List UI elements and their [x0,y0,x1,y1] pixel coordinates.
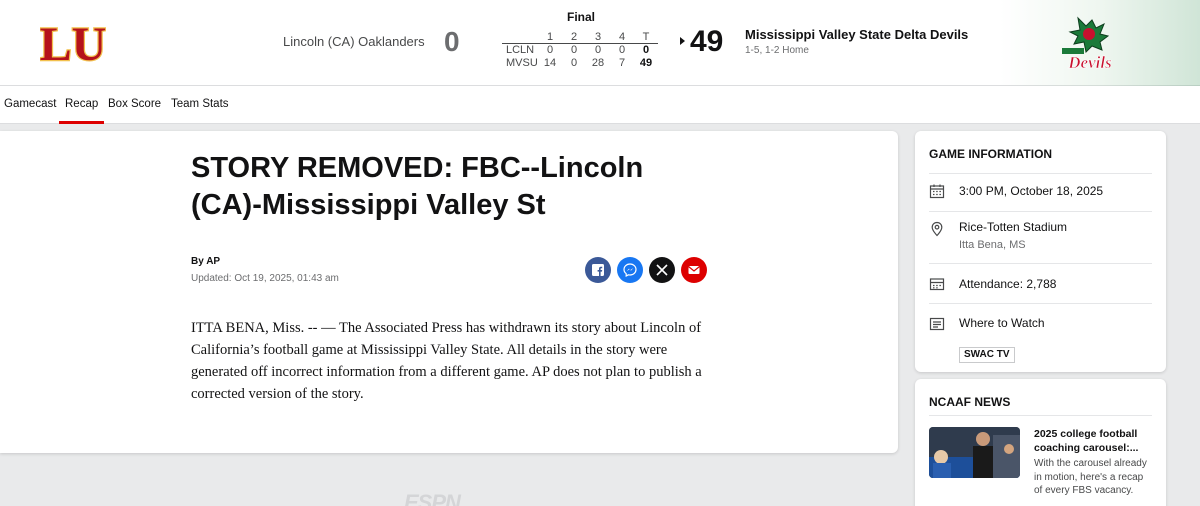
period-header: 3 [586,31,610,44]
news-thumbnail[interactable] [929,427,1020,478]
delta-devils-logo[interactable]: Devils [1056,14,1122,74]
linescore-table: 1 2 3 4 T LCLN 0 0 0 0 0 MVSU 14 0 28 7 [502,31,658,70]
venue-row: Rice-Totten Stadium Itta Bena, MS [929,211,1152,263]
article-byline: By AP [191,256,221,267]
game-datetime-row: 3:00 PM, October 18, 2025 [929,173,1152,211]
x-share-button[interactable] [649,257,675,283]
linescore-cell: 0 [570,57,578,69]
share-buttons [585,257,707,283]
messenger-icon [623,263,637,277]
game-status: Final [567,10,596,24]
venue-location: Itta Bena, MS [959,239,1026,251]
linescore-team: LCLN [506,44,535,57]
email-icon [688,266,700,274]
tab-gamecast[interactable]: Gamecast [4,86,56,124]
article-headline: STORY REMOVED: FBC--Lincoln (CA)-Mississ… [191,152,644,221]
news-headline[interactable]: 2025 college football coaching carousel:… [1034,427,1154,455]
tv-network-badge[interactable]: SWAC TV [959,347,1015,363]
svg-text:LU: LU [40,18,106,71]
scoreboard-header: LU Lincoln (CA) Oaklanders 0 Final 1 2 3… [0,0,1200,86]
home-team-record: 1-5, 1-2 Home [745,45,809,56]
total-header: T [634,31,658,44]
tv-guide-icon [929,317,945,331]
calendar-icon [929,184,945,199]
period-header: 4 [610,31,634,44]
where-to-watch-label: Where to Watch [959,316,1045,330]
linescore-header-row: 1 2 3 4 T [502,31,658,44]
game-datetime: 3:00 PM, October 18, 2025 [959,184,1104,198]
venue-name: Rice-Totten Stadium [959,220,1068,234]
tab-box-score[interactable]: Box Score [108,86,161,124]
where-to-watch-row: Where to Watch SWAC TV [929,303,1152,363]
period-header: 1 [538,31,562,44]
linescore-cell: 0 [594,44,602,57]
linescore-total: 49 [639,57,653,69]
ncaaf-news-card: NCAAF NEWS 2025 college football coachin… [915,379,1166,506]
period-header: 2 [562,31,586,44]
linescore-total: 0 [642,44,650,57]
article-body: ITTA BENA, Miss. -- — The Associated Pre… [191,320,702,402]
linescore-cell: 28 [591,57,605,69]
tab-recap[interactable]: Recap [58,86,105,124]
coach-photo-image [929,427,1020,478]
x-icon [656,264,668,276]
home-team-name[interactable]: Mississippi Valley State Delta Devils [745,27,968,42]
attendance-row: Attendance: 2,788 [929,263,1152,303]
away-team-name[interactable]: Lincoln (CA) Oaklanders [283,34,425,49]
article-card: STORY REMOVED: FBC--Lincoln (CA)-Mississ… [0,131,898,453]
linescore-cell: 0 [618,44,626,57]
linescore-cell: 0 [546,44,554,57]
facebook-icon [592,264,604,276]
lincoln-logo[interactable]: LU [40,14,106,72]
news-divider [929,415,1152,416]
ticket-icon [929,278,945,291]
linescore-row: LCLN 0 0 0 0 0 [502,44,658,57]
linescore-team-header [502,31,538,44]
linescore-cell: 14 [543,57,557,69]
linescore-team: MVSU [506,57,538,69]
svg-text:Devils: Devils [1067,53,1112,72]
winner-arrow-icon [680,37,685,45]
tab-team-stats[interactable]: Team Stats [171,86,229,124]
espn-watermark: ESPN [404,490,461,506]
game-information-card: GAME INFORMATION 3:00 PM, October 18, 20… [915,131,1166,372]
attendance: Attendance: 2,788 [959,277,1057,291]
linescore-cell: 0 [570,44,578,57]
news-description: With the carousel already in motion, her… [1034,458,1147,496]
email-share-button[interactable] [681,257,707,283]
facebook-share-button[interactable] [585,257,611,283]
linescore-cell: 7 [618,57,626,69]
messenger-share-button[interactable] [617,257,643,283]
news-title: NCAAF NEWS [929,395,1011,409]
linescore-row: MVSU 14 0 28 7 49 [502,57,658,70]
game-nav: Gamecast Recap Box Score Team Stats [0,86,1200,124]
location-pin-icon [931,221,943,237]
away-team-score: 0 [444,26,460,57]
home-team-score: 49 [690,25,724,58]
article-timestamp: Updated: Oct 19, 2025, 01:43 am [191,273,339,284]
game-info-title: GAME INFORMATION [929,147,1053,161]
